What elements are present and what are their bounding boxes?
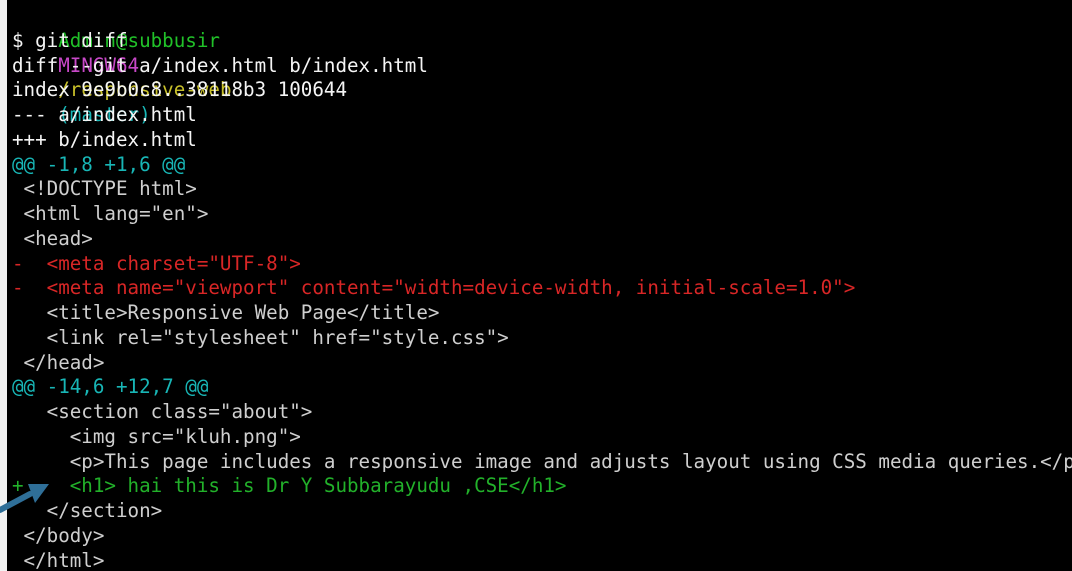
diff-context-line: <title>Responsive Web Page</title> [12, 301, 440, 324]
diff-context-line: </body> [12, 523, 105, 547]
diff-context-line: <html lang="en"> [12, 202, 209, 225]
diff-old-file-line: --- a/index.html [12, 103, 197, 126]
diff-index-line: index 9e9b0c8..38118b3 100644 [12, 78, 348, 102]
diff-context-line: </html> [12, 548, 105, 571]
prompt-line: Admin@subbusir MINGW64 /responsive-web (… [12, 4, 231, 126]
diff-header-line: diff --git a/index.html b/index.html [12, 53, 428, 77]
arrow-icon [0, 484, 49, 513]
diff-context-line: <head> [12, 226, 93, 250]
diff-removed-line: - <meta name="viewport" content="width=d… [12, 276, 856, 300]
diff-new-file-line: +++ b/index.html [12, 127, 197, 151]
diff-context-line: <link rel="stylesheet" href="style.css"> [12, 325, 509, 349]
hunk-header-2: @@ -14,6 +12,7 @@ [12, 375, 209, 399]
diff-context-line: <p>This page includes a responsive image… [12, 449, 1072, 473]
diff-context-line: <img src="kluh.png"> [12, 424, 301, 448]
terminal-window[interactable]: Admin@subbusir MINGW64 /responsive-web (… [7, 0, 1072, 571]
diff-context-line: <!DOCTYPE html> [12, 177, 197, 201]
command-line: $ git diff [12, 28, 128, 52]
diff-removed-line: - <meta charset="UTF-8"> [12, 251, 301, 275]
hunk-header-1: @@ -1,8 +1,6 @@ [12, 152, 186, 176]
diff-context-line: </head> [12, 350, 105, 374]
diff-context-line: <section class="about"> [12, 400, 313, 423]
diff-added-line: + <h1> hai this is Dr Y Subbarayudu ,CSE… [12, 474, 567, 498]
